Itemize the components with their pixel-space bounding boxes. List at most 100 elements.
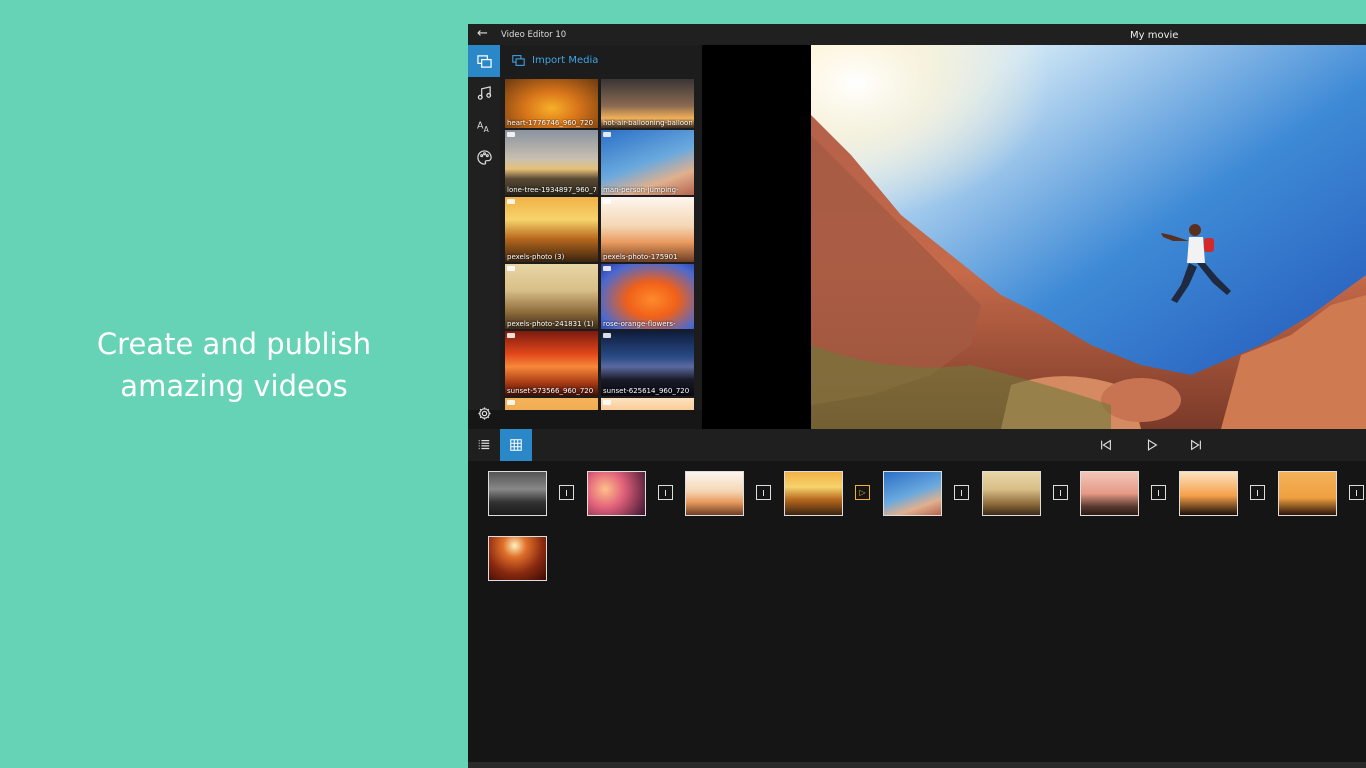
- transition-button[interactable]: [1151, 485, 1166, 500]
- media-item[interactable]: [505, 398, 598, 410]
- svg-text:A: A: [483, 125, 489, 133]
- transition-none-icon: [763, 489, 764, 496]
- transition-none-icon: [1356, 489, 1357, 496]
- media-item[interactable]: sunset-573566_960_720: [505, 331, 598, 396]
- palette-icon: [476, 149, 492, 165]
- video-preview[interactable]: [811, 45, 1366, 429]
- transition-button[interactable]: [1053, 485, 1068, 500]
- video-badge-icon: [603, 333, 611, 338]
- storyboard-clip[interactable]: [587, 471, 646, 516]
- video-badge-icon: [507, 266, 515, 271]
- transition-none-icon: [1257, 489, 1258, 496]
- video-badge-icon: [603, 266, 611, 271]
- transition-button[interactable]: [1250, 485, 1265, 500]
- side-rail: AA: [468, 45, 500, 420]
- storyboard-clip[interactable]: [488, 536, 547, 581]
- media-item-label: sunset-625614_960_720: [603, 387, 690, 395]
- storyboard-clip[interactable]: [1179, 471, 1238, 516]
- app-title: Video Editor 10: [501, 30, 567, 40]
- gear-icon: [477, 406, 491, 420]
- promo-line-1: Create and publish: [96, 327, 372, 361]
- settings-button[interactable]: [468, 397, 500, 429]
- video-badge-icon: [507, 333, 515, 338]
- promo-line-2: amazing videos: [120, 369, 348, 403]
- video-badge-icon: [507, 400, 515, 405]
- storyboard-clip[interactable]: [1080, 471, 1139, 516]
- media-item[interactable]: [601, 398, 694, 410]
- media-tab-button[interactable]: [468, 45, 500, 77]
- video-badge-icon: [507, 199, 515, 204]
- preview-letterbox: [702, 45, 811, 429]
- storyboard-clip[interactable]: [488, 471, 547, 516]
- media-item-label: man-person-jumping-: [603, 186, 679, 194]
- transition-none-icon: [961, 489, 962, 496]
- media-item[interactable]: pexels-photo-175901: [601, 197, 694, 262]
- text-tab-button[interactable]: AA: [468, 109, 500, 141]
- bottom-scrollbar[interactable]: [468, 762, 1366, 768]
- transition-button[interactable]: [1349, 485, 1364, 500]
- media-item-label: heart-1776746_960_720: [507, 119, 594, 127]
- media-item[interactable]: heart-1776746_960_720: [505, 79, 598, 128]
- transition-none-icon: [1060, 489, 1061, 496]
- document-title: My movie: [1130, 30, 1179, 41]
- media-item[interactable]: pexels-photo-241831 (1): [505, 264, 598, 329]
- video-badge-icon: [603, 132, 611, 137]
- title-bar: ← Video Editor 10 My movie: [468, 24, 1366, 45]
- skip-forward-button[interactable]: [1180, 429, 1212, 461]
- media-item-label: pexels-photo-241831 (1): [507, 320, 594, 328]
- list-view-button[interactable]: [468, 429, 500, 461]
- transition-none-icon: [665, 489, 666, 496]
- storyboard-clip[interactable]: [784, 471, 843, 516]
- preview-image: [811, 45, 1366, 429]
- transition-button[interactable]: [658, 485, 673, 500]
- transition-none-icon: [1158, 489, 1159, 496]
- skip-back-button[interactable]: [1090, 429, 1122, 461]
- grid-view-button[interactable]: [500, 429, 532, 461]
- video-badge-icon: [507, 132, 515, 137]
- transition-none-icon: [566, 489, 567, 496]
- media-item-label: sunset-573566_960_720: [507, 387, 594, 395]
- transition-button[interactable]: [756, 485, 771, 500]
- promo-headline: Create and publish amazing videos: [97, 323, 371, 407]
- video-badge-icon: [603, 199, 611, 204]
- filters-tab-button[interactable]: [468, 141, 500, 173]
- promo-panel: Create and publish amazing videos: [0, 0, 468, 768]
- transition-button[interactable]: [954, 485, 969, 500]
- list-view-icon: [478, 440, 490, 450]
- play-icon: [1147, 439, 1158, 451]
- skip-back-icon: [1101, 439, 1111, 451]
- video-badge-icon: [603, 400, 611, 405]
- media-item[interactable]: rose-orange-flowers-: [601, 264, 694, 329]
- media-icon: [476, 54, 492, 68]
- app-window: ← Video Editor 10 My movie AA Import Med…: [468, 24, 1366, 768]
- import-media-label: Import Media: [532, 55, 599, 66]
- import-media-button[interactable]: Import Media: [512, 54, 598, 67]
- skip-forward-icon: [1191, 439, 1201, 451]
- back-arrow-icon[interactable]: ←: [477, 26, 488, 42]
- media-item[interactable]: lone-tree-1934897_960_720: [505, 130, 598, 195]
- media-item[interactable]: hot-air-ballooning-balloon-: [601, 79, 694, 128]
- music-tab-button[interactable]: [468, 77, 500, 109]
- music-icon: [477, 85, 491, 100]
- media-item[interactable]: man-person-jumping-: [601, 130, 694, 195]
- media-item-label: hot-air-ballooning-balloon-: [603, 119, 692, 127]
- storyboard-clip[interactable]: [883, 471, 942, 516]
- storyboard: ▷: [468, 461, 1366, 763]
- transition-button-selected[interactable]: ▷: [855, 485, 870, 500]
- media-item-label: pexels-photo-175901: [603, 253, 678, 261]
- grid-view-icon: [510, 439, 522, 451]
- media-item[interactable]: pexels-photo (3): [505, 197, 598, 262]
- storyboard-clip[interactable]: [982, 471, 1041, 516]
- import-icon: [512, 55, 525, 66]
- text-icon: AA: [477, 120, 490, 133]
- media-item[interactable]: sunset-625614_960_720: [601, 331, 694, 396]
- media-item-label: rose-orange-flowers-: [603, 320, 676, 328]
- transition-button[interactable]: [559, 485, 574, 500]
- media-item-label: pexels-photo (3): [507, 253, 565, 261]
- storyboard-clip[interactable]: [685, 471, 744, 516]
- playback-controls-bar: [468, 429, 1366, 461]
- media-grid: heart-1776746_960_720 hot-air-ballooning…: [505, 79, 695, 410]
- play-button[interactable]: [1136, 429, 1168, 461]
- transition-crossfade-icon: ▷: [859, 487, 866, 497]
- storyboard-clip[interactable]: [1278, 471, 1337, 516]
